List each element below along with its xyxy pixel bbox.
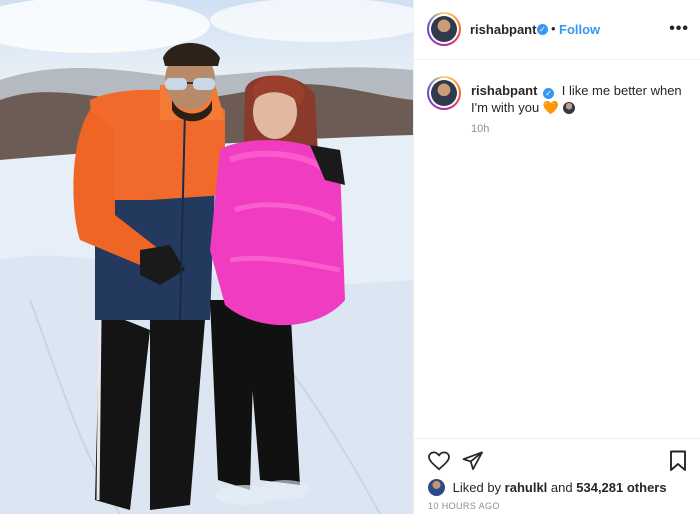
caption-author-avatar[interactable]: [427, 76, 461, 110]
post-timestamp[interactable]: 10 HOURS AGO: [428, 501, 500, 511]
post-side-panel: rishabpant ✓ • Follow ••• rishabpant ✓ I…: [413, 0, 700, 514]
likes-count[interactable]: 534,281 others: [576, 480, 666, 495]
caption-text-block: rishabpant ✓ I like me better when I'm w…: [471, 82, 691, 116]
separator-dot: •: [551, 21, 556, 36]
post-photo[interactable]: [0, 0, 413, 514]
likes-summary: Liked by rahulkl and 534,281 others: [428, 479, 667, 496]
author-username[interactable]: rishabpant: [470, 22, 536, 37]
photo-illustration: [0, 0, 413, 514]
caption-username[interactable]: rishabpant: [471, 83, 537, 98]
caption-age[interactable]: 10h: [471, 123, 489, 135]
liked-by-user[interactable]: rahulkl: [505, 480, 548, 495]
caption-person-emoji-icon: [562, 102, 575, 114]
post-header: rishabpant ✓ • Follow •••: [414, 0, 700, 60]
verified-badge-icon: ✓: [543, 88, 555, 99]
follow-button[interactable]: Follow: [559, 22, 600, 37]
paper-plane-icon[interactable]: [462, 451, 484, 471]
more-options-icon[interactable]: •••: [669, 20, 689, 38]
liker-avatar[interactable]: [428, 479, 445, 496]
verified-badge-icon: ✓: [537, 24, 548, 35]
author-avatar[interactable]: [427, 12, 461, 46]
likes-and: and: [550, 480, 573, 495]
bookmark-icon[interactable]: [669, 450, 687, 472]
likes-prefix: Liked by: [452, 480, 502, 495]
caption-emojis: 🧡: [542, 100, 560, 115]
post-actions-bar: Liked by rahulkl and 534,281 others 10 H…: [414, 438, 700, 514]
heart-outline-icon[interactable]: [428, 451, 450, 471]
